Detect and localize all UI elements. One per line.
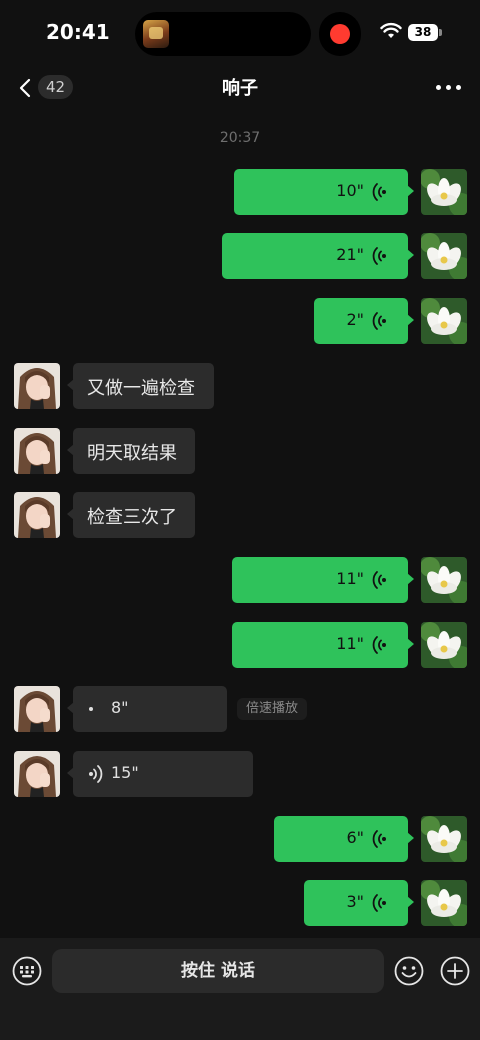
dot bbox=[436, 85, 441, 90]
message-row-outgoing: 11" bbox=[0, 622, 480, 670]
chevron-left-icon bbox=[19, 78, 31, 98]
my-avatar[interactable] bbox=[421, 622, 467, 668]
voice-duration: 15" bbox=[111, 763, 139, 782]
voice-message-bubble[interactable]: 10" bbox=[234, 169, 414, 215]
message-timestamp: 20:37 bbox=[219, 130, 261, 146]
keyboard-icon[interactable] bbox=[12, 956, 42, 986]
contact-avatar[interactable] bbox=[14, 686, 60, 732]
record-dot-icon bbox=[330, 24, 350, 44]
voice-wave-icon bbox=[372, 312, 386, 330]
voice-message-bubble[interactable]: 11" bbox=[232, 622, 414, 668]
plus-icon[interactable] bbox=[440, 956, 470, 986]
chat-input-bar: 按住 说话 bbox=[0, 938, 480, 1040]
my-avatar[interactable] bbox=[421, 816, 467, 862]
chat-message-list[interactable]: 20:37 10" 21" 2" 又做一遍检查 明天取结果 检查三次了 11" … bbox=[0, 110, 480, 938]
contact-avatar[interactable] bbox=[14, 428, 60, 474]
chat-title: 响子 bbox=[222, 78, 258, 99]
voice-message-bubble[interactable]: 8" bbox=[67, 686, 227, 732]
voice-duration: 2" bbox=[346, 310, 364, 329]
voice-wave-icon bbox=[372, 830, 386, 848]
voice-duration: 21" bbox=[336, 245, 364, 264]
message-row-incoming: 检查三次了 bbox=[0, 492, 480, 540]
voice-duration: 11" bbox=[336, 569, 364, 588]
contact-avatar[interactable] bbox=[14, 751, 60, 797]
voice-wave-icon bbox=[372, 571, 386, 589]
message-row-incoming: 8" 倍速播放 bbox=[0, 686, 480, 734]
voice-message-bubble[interactable]: 2" bbox=[314, 298, 414, 344]
voice-message-bubble[interactable]: 21" bbox=[222, 233, 414, 279]
game-app-icon[interactable] bbox=[143, 20, 169, 48]
voice-duration: 11" bbox=[336, 634, 364, 653]
message-text: 明天取结果 bbox=[87, 443, 177, 464]
message-row-outgoing: 10" bbox=[0, 169, 480, 217]
message-row-outgoing: 2" bbox=[0, 298, 480, 346]
voice-message-bubble[interactable]: 15" bbox=[67, 751, 253, 797]
message-row-incoming: 又做一遍检查 bbox=[0, 363, 480, 411]
my-avatar[interactable] bbox=[421, 169, 467, 215]
my-avatar[interactable] bbox=[421, 298, 467, 344]
voice-message-bubble[interactable]: 11" bbox=[232, 557, 414, 603]
message-text: 又做一遍检查 bbox=[87, 378, 195, 399]
contact-avatar[interactable] bbox=[14, 363, 60, 409]
voice-wave-icon bbox=[372, 247, 386, 265]
emoji-icon[interactable] bbox=[394, 956, 424, 986]
my-avatar[interactable] bbox=[421, 557, 467, 603]
status-bar: 20:41 38 bbox=[0, 0, 480, 66]
dynamic-island[interactable] bbox=[135, 12, 311, 56]
hold-to-talk-button[interactable]: 按住 说话 bbox=[52, 949, 384, 993]
voice-wave-icon bbox=[372, 894, 386, 912]
playback-speed-button[interactable]: 倍速播放 bbox=[237, 698, 308, 720]
battery-cap bbox=[439, 29, 442, 36]
text-message-bubble[interactable]: 明天取结果 bbox=[67, 428, 195, 474]
back-button[interactable]: 42 bbox=[14, 70, 84, 104]
battery-level: 38 bbox=[408, 24, 438, 41]
voice-duration: 6" bbox=[346, 828, 364, 847]
voice-playing-icon bbox=[89, 707, 93, 711]
voice-message-bubble[interactable]: 6" bbox=[274, 816, 414, 862]
message-row-outgoing: 6" bbox=[0, 816, 480, 864]
chat-header: 42 响子 bbox=[0, 66, 480, 108]
wifi-icon bbox=[380, 22, 402, 38]
my-avatar[interactable] bbox=[421, 880, 467, 926]
voice-duration: 10" bbox=[336, 181, 364, 200]
voice-wave-icon bbox=[372, 636, 386, 654]
voice-message-bubble[interactable]: 3" bbox=[304, 880, 414, 926]
screen-recording-indicator[interactable] bbox=[319, 12, 361, 56]
voice-wave-icon bbox=[372, 183, 386, 201]
dot bbox=[446, 85, 451, 90]
dot bbox=[456, 85, 461, 90]
unread-count-badge: 42 bbox=[38, 75, 74, 99]
voice-duration: 8" bbox=[111, 698, 129, 717]
message-text: 检查三次了 bbox=[87, 507, 177, 528]
message-row-incoming: 15" bbox=[0, 751, 480, 799]
message-row-incoming: 明天取结果 bbox=[0, 428, 480, 476]
status-time: 20:41 bbox=[46, 20, 110, 44]
my-avatar[interactable] bbox=[421, 233, 467, 279]
voice-wave-icon bbox=[89, 765, 103, 783]
text-message-bubble[interactable]: 又做一遍检查 bbox=[67, 363, 214, 409]
contact-avatar[interactable] bbox=[14, 492, 60, 538]
message-row-outgoing: 21" bbox=[0, 233, 480, 281]
message-row-outgoing: 3" bbox=[0, 880, 480, 928]
message-row-outgoing: 11" bbox=[0, 557, 480, 605]
text-message-bubble[interactable]: 检查三次了 bbox=[67, 492, 195, 538]
more-options-button[interactable] bbox=[434, 72, 464, 102]
voice-duration: 3" bbox=[346, 892, 364, 911]
